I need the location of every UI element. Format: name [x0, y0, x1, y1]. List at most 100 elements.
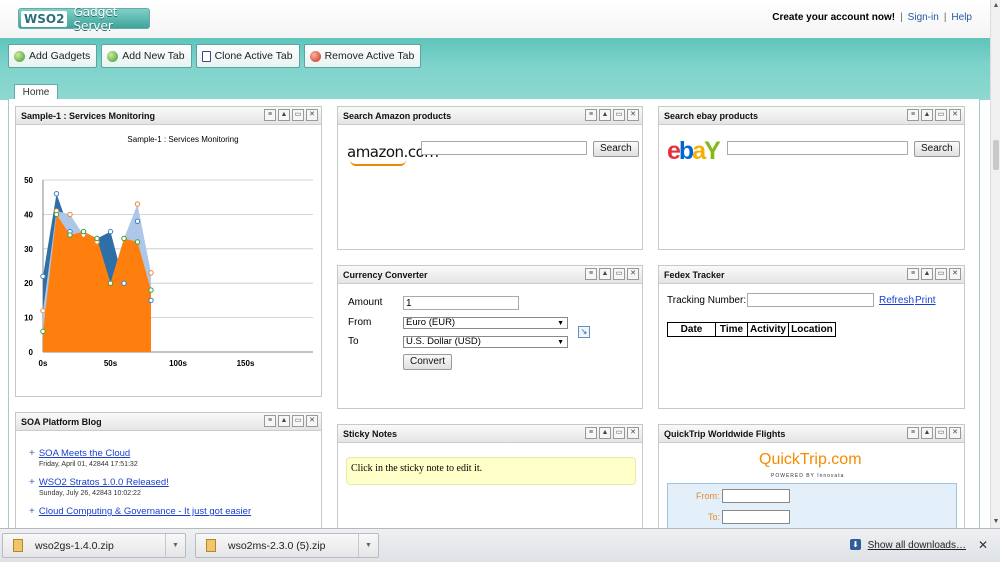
collapse-icon[interactable]: ▲	[599, 268, 611, 280]
remove-active-tab-button[interactable]: Remove Active Tab	[303, 44, 422, 68]
logo-wso2-text: WSO2	[21, 10, 68, 27]
show-all-downloads-link[interactable]: Show all downloads…	[868, 540, 966, 551]
maximize-icon[interactable]: ▭	[613, 268, 625, 280]
gadget-header: QuickTrip Worldwide Flights ≡ ▲ ▭ ✕	[659, 425, 964, 443]
data-point	[148, 270, 154, 276]
close-icon[interactable]: ✕	[627, 268, 639, 280]
tracking-number-input[interactable]	[747, 293, 874, 307]
table-header-row: Date Time Activity Location	[667, 322, 836, 337]
swap-currencies-icon[interactable]: ↘	[578, 326, 590, 338]
ebay-search-button[interactable]: Search	[914, 141, 960, 157]
add-gadget-icon	[14, 50, 25, 62]
collapse-icon[interactable]: ▲	[278, 109, 290, 121]
settings-icon[interactable]: ≡	[264, 109, 276, 121]
ebay-logo-b: b	[678, 137, 694, 165]
scrollbar-thumb[interactable]	[993, 140, 999, 170]
settings-icon[interactable]: ≡	[585, 109, 597, 121]
collapse-icon[interactable]: ▲	[921, 109, 933, 121]
column-header-activity: Activity	[746, 322, 790, 337]
blog-post-link[interactable]: WSO2 Stratos 1.0.0 Released!	[39, 477, 169, 488]
to-airport-input[interactable]	[722, 510, 790, 524]
collapse-icon[interactable]: ▲	[599, 427, 611, 439]
ebay-search-input[interactable]	[727, 141, 908, 155]
clone-active-tab-button[interactable]: Clone Active Tab	[195, 44, 300, 68]
settings-icon[interactable]: ≡	[585, 268, 597, 280]
add-new-tab-button[interactable]: Add New Tab	[101, 44, 192, 68]
gadget-body: Click in the sticky note to edit it.	[338, 443, 642, 528]
collapse-icon[interactable]: ▲	[278, 415, 290, 427]
amazon-search-input[interactable]	[421, 141, 587, 155]
data-point	[134, 201, 141, 207]
to-currency-value: U.S. Dollar (USD)	[406, 336, 481, 347]
collapse-icon[interactable]: ▲	[599, 109, 611, 121]
zip-file-icon	[206, 539, 216, 552]
blog-post: + Cloud Computing & Governance - It just …	[29, 505, 251, 517]
data-point	[148, 297, 154, 304]
tracking-number-label: Tracking Number:	[667, 295, 747, 306]
download-arrow-icon: ⬇	[850, 539, 861, 550]
maximize-icon[interactable]: ▭	[292, 109, 304, 121]
refresh-link[interactable]: Refresh	[879, 295, 914, 306]
close-icon[interactable]: ✕	[949, 427, 961, 439]
settings-icon[interactable]: ≡	[264, 415, 276, 427]
gadget-title: Search Amazon products	[343, 111, 452, 121]
collapse-icon[interactable]: ▲	[921, 427, 933, 439]
close-icon[interactable]: ✕	[949, 268, 961, 280]
settings-icon[interactable]: ≡	[907, 109, 919, 121]
data-point	[53, 211, 60, 218]
close-icon[interactable]: ✕	[949, 109, 961, 121]
chevron-down-icon[interactable]: ▼	[165, 534, 185, 557]
blog-post-date: Friday, April 01, 42844 17:51:32	[39, 461, 138, 468]
close-icon[interactable]: ✕	[627, 109, 639, 121]
maximize-icon[interactable]: ▭	[935, 109, 947, 121]
download-item[interactable]: wso2gs-1.4.0.zip ▼	[2, 533, 186, 558]
from-airport-input[interactable]	[722, 489, 790, 503]
settings-icon[interactable]: ≡	[585, 427, 597, 439]
close-icon[interactable]: ✕	[978, 538, 988, 552]
from-label: From:	[696, 491, 720, 501]
download-item[interactable]: wso2ms-2.3.0 (5).zip ▼	[195, 533, 379, 558]
maximize-icon[interactable]: ▭	[935, 268, 947, 280]
sign-in-link[interactable]: Sign-in	[908, 12, 939, 23]
vertical-scrollbar[interactable]: ▲ ▼	[990, 0, 1000, 528]
tab-bar: Home	[0, 82, 980, 101]
amount-input[interactable]	[403, 296, 519, 310]
gadget-body: Amount From Euro (EUR) ▼ ↘ To U.S. Dollar…	[338, 284, 642, 408]
gadget-controls: ≡ ▲ ▭ ✕	[907, 427, 961, 439]
wso2-logo[interactable]: WSO2 Gadget Server	[18, 5, 150, 33]
gadget-header: Sticky Notes ≡ ▲ ▭ ✕	[338, 425, 642, 443]
help-link[interactable]: Help	[951, 12, 972, 23]
amazon-search-button[interactable]: Search	[593, 141, 639, 157]
gadget-title: Currency Converter	[343, 270, 428, 280]
close-icon[interactable]: ✕	[627, 427, 639, 439]
maximize-icon[interactable]: ▭	[613, 427, 625, 439]
close-icon[interactable]: ✕	[306, 415, 318, 427]
scroll-down-icon[interactable]: ▼	[992, 518, 1000, 526]
collapse-icon[interactable]: ▲	[921, 268, 933, 280]
sticky-note[interactable]: Click in the sticky note to edit it.	[346, 457, 636, 485]
maximize-icon[interactable]: ▭	[613, 109, 625, 121]
soa-blog-gadget: SOA Platform Blog ≡ ▲ ▭ ✕ + SOA Meets the…	[15, 412, 322, 528]
blog-post-link[interactable]: SOA Meets the Cloud	[39, 448, 130, 459]
data-point	[94, 235, 100, 242]
print-link[interactable]: Print	[915, 295, 936, 306]
settings-icon[interactable]: ≡	[907, 427, 919, 439]
maximize-icon[interactable]: ▭	[292, 415, 304, 427]
settings-icon[interactable]: ≡	[907, 268, 919, 280]
to-currency-select[interactable]: U.S. Dollar (USD) ▼	[403, 336, 568, 348]
scroll-up-icon[interactable]: ▲	[992, 2, 1000, 10]
column-header-date: Date	[667, 322, 716, 337]
chevron-down-icon[interactable]: ▼	[358, 534, 378, 557]
data-point	[67, 232, 73, 238]
chart-title: Sample-1 : Services Monitoring	[127, 135, 238, 144]
blog-post-link[interactable]: Cloud Computing & Governance - It just g…	[39, 506, 251, 517]
close-icon[interactable]: ✕	[306, 109, 318, 121]
data-point	[40, 308, 46, 314]
from-currency-select[interactable]: Euro (EUR) ▼	[403, 317, 568, 329]
amazon-search-gadget: Search Amazon products ≡ ▲ ▭ ✕ amazon.co…	[337, 106, 643, 250]
add-gadgets-button[interactable]: Add Gadgets	[8, 44, 98, 68]
convert-button[interactable]: Convert	[403, 354, 453, 370]
maximize-icon[interactable]: ▭	[935, 427, 947, 439]
x-tick-label: 0s	[39, 359, 48, 368]
add-gadgets-label: Add Gadgets	[29, 50, 91, 62]
